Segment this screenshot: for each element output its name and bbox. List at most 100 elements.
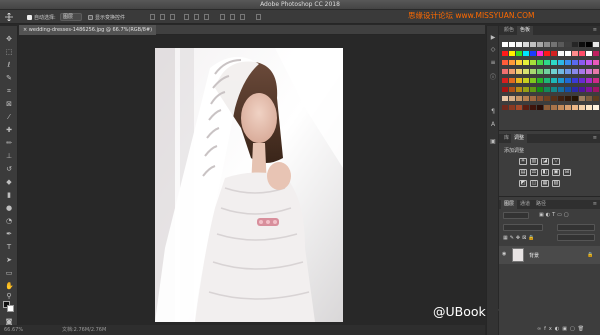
color-swatch[interactable] — [565, 96, 571, 101]
color-swatch[interactable] — [530, 69, 536, 74]
adjustment-icon[interactable]: ⊞ — [563, 169, 571, 176]
adjustment-icon[interactable]: ◩ — [519, 180, 527, 187]
adjustments-menu-icon[interactable]: ≡ — [593, 135, 597, 141]
color-swatch[interactable] — [551, 105, 557, 110]
color-swatch[interactable] — [537, 78, 543, 83]
color-swatch[interactable] — [586, 42, 592, 47]
history-brush-tool-icon[interactable]: ↺ — [5, 165, 13, 173]
color-swatch[interactable] — [579, 78, 585, 83]
color-swatch[interactable] — [572, 42, 578, 47]
tab-adjustments[interactable]: 调整 — [511, 134, 528, 143]
swatches-menu-icon[interactable]: ≡ — [593, 27, 597, 33]
color-swatch[interactable] — [572, 60, 578, 65]
color-swatch[interactable] — [537, 60, 543, 65]
color-swatch[interactable] — [544, 78, 550, 83]
color-swatch[interactable] — [537, 96, 543, 101]
color-swatch[interactable] — [530, 51, 536, 56]
clone-stamp-tool-icon[interactable]: ⊥ — [5, 152, 13, 160]
color-swatch[interactable] — [544, 87, 550, 92]
adjustment-icon[interactable]: ◪ — [541, 158, 549, 165]
layer-filter-icons[interactable]: ▣◐T▭▢ — [539, 212, 571, 218]
color-swatch[interactable] — [523, 105, 529, 110]
color-swatch[interactable] — [509, 96, 515, 101]
marquee-tool-icon[interactable]: ⬚ — [5, 48, 13, 56]
color-swatch[interactable] — [509, 78, 515, 83]
color-swatch[interactable] — [593, 69, 599, 74]
color-swatch[interactable] — [502, 60, 508, 65]
background-color-swatch[interactable] — [7, 305, 14, 312]
color-swatch[interactable] — [509, 51, 515, 56]
align-options-icon[interactable] — [256, 14, 261, 20]
fill-field[interactable] — [557, 234, 595, 241]
color-swatch[interactable] — [565, 69, 571, 74]
color-swatch[interactable] — [579, 51, 585, 56]
color-swatch[interactable] — [551, 96, 557, 101]
visibility-eye-icon[interactable]: ◉ — [502, 251, 506, 257]
color-swatch[interactable] — [586, 105, 592, 110]
info-panel-icon[interactable]: ⓘ — [489, 72, 497, 81]
color-swatch[interactable] — [572, 69, 578, 74]
color-swatch[interactable] — [586, 51, 592, 56]
color-swatch[interactable] — [551, 51, 557, 56]
paragraph-panel-icon[interactable]: ¶ — [489, 108, 497, 116]
move-tool-icon[interactable] — [4, 13, 14, 21]
color-swatch[interactable] — [537, 51, 543, 56]
zoom-level[interactable]: 66.67% — [4, 325, 23, 335]
frame-tool-icon[interactable]: ⊠ — [5, 100, 13, 108]
color-swatch[interactable] — [502, 96, 508, 101]
color-swatch[interactable] — [502, 51, 508, 56]
adjustment-icon[interactable]: ◫ — [530, 180, 538, 187]
color-swatch[interactable] — [530, 60, 536, 65]
layer-row-background[interactable]: ◉ 背景 🔒 — [499, 246, 600, 264]
color-swatch[interactable] — [565, 60, 571, 65]
color-swatch[interactable] — [579, 69, 585, 74]
layer-name[interactable]: 背景 — [529, 252, 539, 259]
tab-swatches[interactable]: 色板 — [517, 26, 534, 35]
color-swatch[interactable] — [502, 69, 508, 74]
eyedropper-tool-icon[interactable]: ⁄ — [5, 113, 13, 121]
color-swatch[interactable] — [572, 87, 578, 92]
color-swatch[interactable] — [502, 78, 508, 83]
color-swatch[interactable] — [530, 87, 536, 92]
color-swatch[interactable] — [537, 105, 543, 110]
color-swatch[interactable] — [565, 51, 571, 56]
color-swatch[interactable] — [516, 78, 522, 83]
color-swatch[interactable] — [579, 87, 585, 92]
adjustment-icon[interactable]: ▧ — [552, 180, 560, 187]
history-panel-icon[interactable]: ▶ — [489, 34, 497, 42]
color-swatch[interactable] — [579, 42, 585, 47]
align-bottom-icon[interactable] — [170, 14, 175, 20]
color-swatch[interactable] — [565, 105, 571, 110]
color-swatch[interactable] — [586, 60, 592, 65]
adjustment-icon[interactable]: ▤ — [519, 169, 527, 176]
color-swatch[interactable] — [551, 87, 557, 92]
color-swatch[interactable] — [593, 60, 599, 65]
color-swatch[interactable] — [523, 51, 529, 56]
color-swatch[interactable] — [551, 78, 557, 83]
gradient-tool-icon[interactable]: ▮ — [5, 191, 13, 199]
color-swatch[interactable] — [558, 51, 564, 56]
character-panel-icon[interactable]: A — [489, 121, 497, 129]
quick-select-tool-icon[interactable]: ✎ — [5, 74, 13, 82]
color-swatch[interactable] — [530, 96, 536, 101]
color-swatch[interactable] — [586, 87, 592, 92]
color-swatch[interactable] — [558, 96, 564, 101]
color-swatch[interactable] — [516, 96, 522, 101]
auto-select-checkbox[interactable] — [27, 15, 32, 20]
lock-icons[interactable]: ▦✎✥⊠🔒 — [503, 235, 537, 241]
color-swatch[interactable] — [509, 105, 515, 110]
align-left-icon[interactable] — [184, 14, 189, 20]
hand-tool-icon[interactable]: ✋ — [5, 282, 14, 290]
color-swatch[interactable] — [516, 60, 522, 65]
color-swatch[interactable] — [586, 96, 592, 101]
color-swatch[interactable] — [537, 87, 543, 92]
layers-menu-icon[interactable]: ≡ — [593, 201, 597, 207]
color-swatch[interactable] — [551, 60, 557, 65]
tab-layers[interactable]: 图层 — [501, 200, 518, 209]
distribute-icon[interactable] — [220, 14, 225, 20]
tab-paths[interactable]: 路径 — [533, 200, 549, 209]
color-swatch[interactable] — [558, 78, 564, 83]
properties-panel-icon[interactable]: ≡ — [489, 59, 497, 67]
opacity-field[interactable] — [557, 224, 595, 231]
show-transform-option[interactable]: 显示变换控件 — [88, 14, 125, 21]
